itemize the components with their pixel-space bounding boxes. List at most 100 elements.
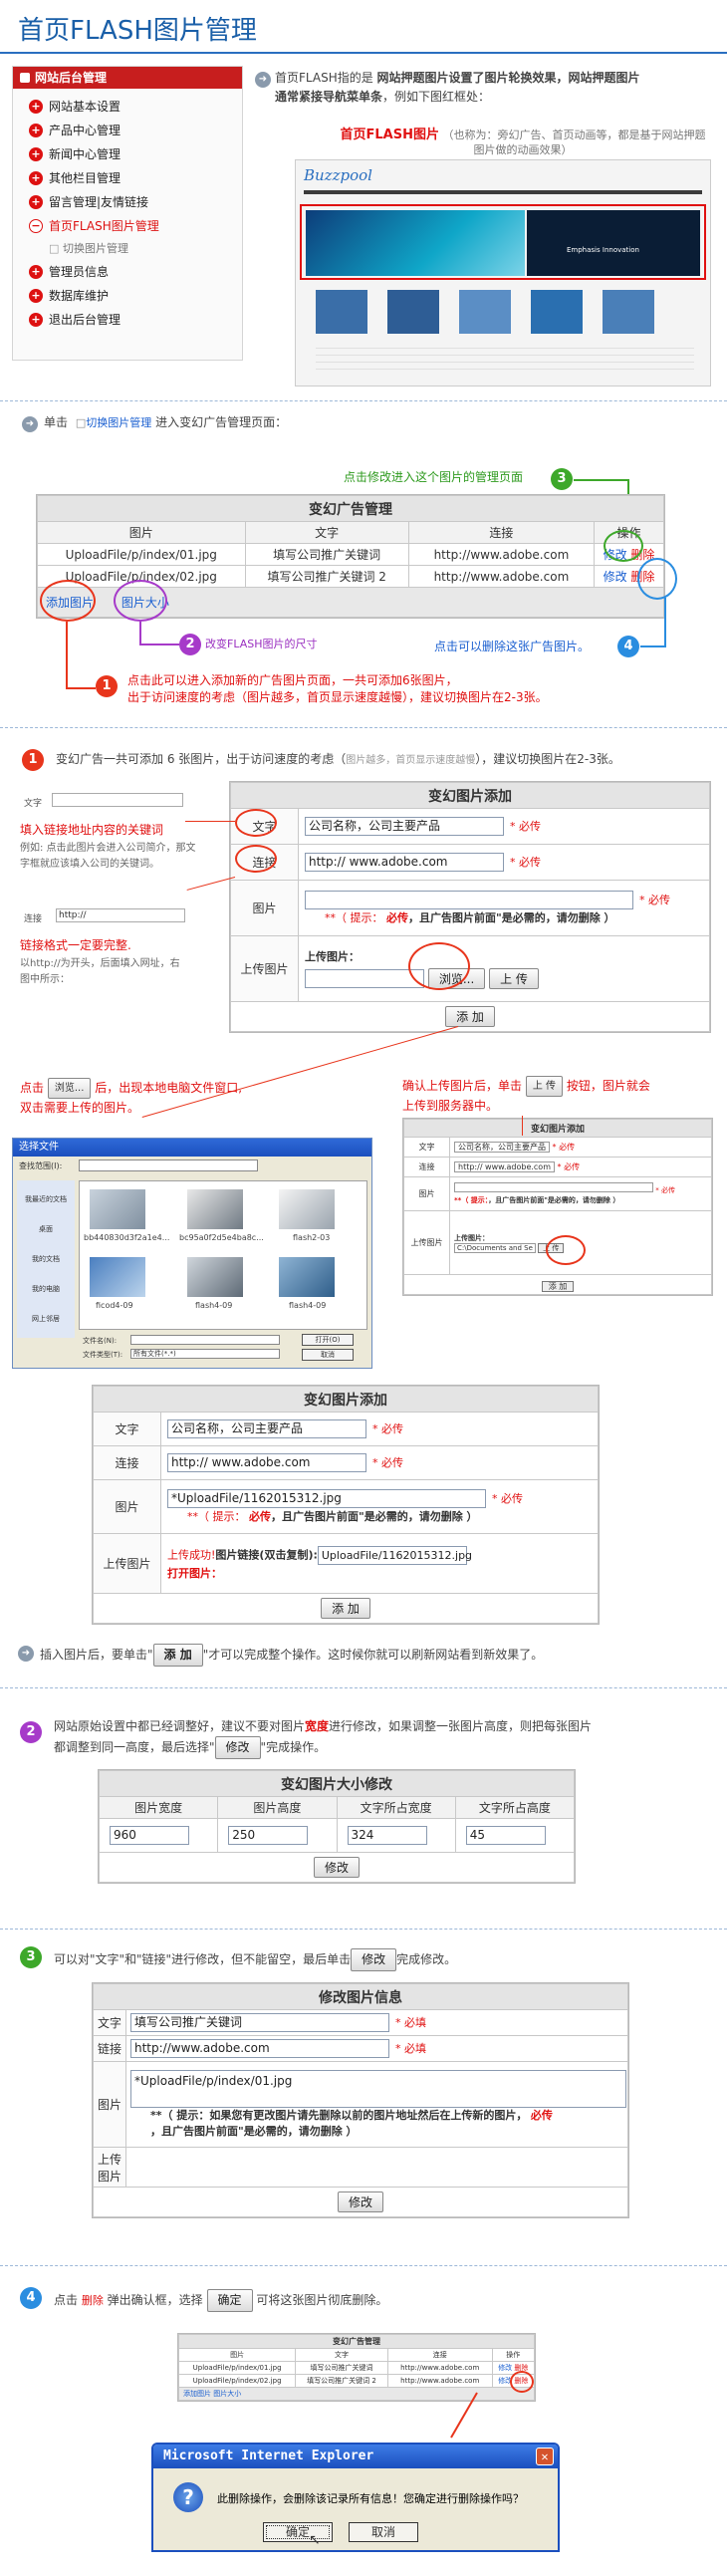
sidebar-subitem-switch-images[interactable]: 切换图片管理 — [13, 238, 242, 260]
annotation-2-text: 改变FLASH图片的尺寸 — [205, 638, 318, 650]
lookin-select[interactable] — [79, 1159, 258, 1171]
plus-icon: + — [29, 147, 43, 161]
plus-icon: + — [29, 313, 43, 327]
image-height-input[interactable]: 250 — [228, 1826, 309, 1845]
sidebar-item-other[interactable]: + 其他栏目管理 — [13, 166, 242, 190]
divider — [0, 2265, 727, 2266]
place-desktop[interactable]: 桌面 — [17, 1214, 75, 1244]
mini-add-button[interactable]: 添 加 — [541, 1280, 575, 1292]
sidebar-item-news[interactable]: + 新闻中心管理 — [13, 142, 242, 166]
place-documents[interactable]: 我的文档 — [17, 1244, 75, 1274]
link-input[interactable]: http:// www.adobe.com — [167, 1453, 366, 1472]
file-path-input[interactable] — [305, 969, 424, 988]
image-path-input[interactable]: *UploadFile/1162015312.jpg — [167, 1489, 486, 1508]
title-underline — [0, 52, 727, 54]
plus-icon: + — [29, 195, 43, 209]
sidebar-item-admin-info[interactable]: + 管理员信息 — [13, 260, 242, 284]
plus-icon: + — [29, 265, 43, 279]
image-width-input[interactable]: 960 — [110, 1826, 189, 1845]
place-network[interactable]: 网上邻居 — [17, 1304, 75, 1334]
annotation-4-text: 点击可以删除这张广告图片。 — [434, 640, 591, 653]
upload-button[interactable]: 上 传 — [489, 968, 539, 989]
text-height-input[interactable]: 45 — [465, 1826, 546, 1845]
uploaded-link-input[interactable]: UploadFile/1162015312.jpg — [317, 1546, 472, 1565]
step-click-text: 单击 □切换图片管理 进入变幻广告管理页面： — [44, 415, 288, 429]
file-list: bb440830d3f2a1e4... bc95a0f2d5e4ba8c... … — [79, 1180, 367, 1330]
place-recent[interactable]: 我最近的文档 — [17, 1184, 75, 1214]
places-bar: 我最近的文档 桌面 我的文档 我的电脑 网上邻居 — [17, 1180, 75, 1338]
edit-link-input[interactable]: http://www.adobe.com — [130, 2039, 389, 2058]
modify-size-button[interactable]: 修改 — [313, 1857, 360, 1878]
mouse-cursor-icon: ↖ — [309, 2532, 321, 2548]
edit-link[interactable]: 修改 — [604, 570, 627, 584]
section-1-text: 变幻广告一共可添加 6 张图片，出于访问速度的考虑（图片越多，首页显示速度越慢）… — [56, 752, 620, 766]
mini-edit-link[interactable]: 修改 — [498, 2364, 512, 2372]
cancel-button[interactable]: 取消 — [349, 2522, 418, 2542]
dialog-message: 此删除操作，会删除该记录所有信息！您确定进行删除操作吗？ — [217, 2492, 524, 2505]
sample-text-input — [52, 793, 183, 807]
annotation-1-text: 点击此可以进入添加新的广告图片页面，一共可添加6张图片， 出于访问速度的考虑（图… — [127, 673, 548, 704]
plus-icon: + — [29, 100, 43, 114]
plus-icon: + — [29, 124, 43, 137]
mini-file-path: C:\Documents and Se — [454, 1242, 536, 1253]
image-path-input[interactable] — [305, 891, 633, 909]
switch-images-link[interactable]: 切换图片管理 — [86, 416, 151, 429]
flash-red-frame: Emphasis Innovation — [300, 204, 706, 280]
plus-icon: + — [29, 171, 43, 185]
sidebar-item-flash[interactable]: − 首页FLASH图片管理 — [13, 214, 242, 238]
text-input[interactable]: 公司名称，公司主要产品 — [305, 817, 504, 836]
edit-image-textarea[interactable]: *UploadFile/p/index/01.jpg — [130, 2069, 626, 2108]
sidebar-item-database[interactable]: + 数据库维护 — [13, 284, 242, 308]
flash-callout: 首页FLASH图片 （也称为：旁幻广告、首页动画等，都是基于网站押题图片做的动画… — [340, 128, 706, 156]
annotation-2-badge: 2 — [179, 634, 201, 655]
arrow-right-icon: ➜ — [18, 1646, 34, 1662]
filetype-select[interactable]: 所有文件(*.*) — [130, 1349, 280, 1359]
divider — [0, 1687, 727, 1688]
edit-text-input[interactable]: 填写公司推广关键词 — [130, 2013, 389, 2032]
keyword-note: 填入链接地址内容的关键词 — [20, 823, 164, 837]
section-3-text: 可以对"文字"和"链接"进行修改，但不能留空，最后单击 修改 完成修改。 — [54, 1948, 456, 1971]
text-input[interactable]: 公司名称，公司主要产品 — [167, 1419, 366, 1438]
cancel-button[interactable]: 取消 — [302, 1349, 354, 1361]
open-button[interactable]: 打开(O) — [302, 1334, 354, 1346]
intro-text: 首页FLASH指的是 网站押题图片设置了图片轮换效果，网站押题图片 通常紧接导航… — [275, 71, 640, 104]
file-thumbnail[interactable] — [90, 1189, 145, 1229]
arrow-right-icon: ➜ — [22, 416, 38, 432]
dialog-title: Microsoft Internet Explorer ✕ — [153, 2445, 558, 2468]
modify-info-button[interactable]: 修改 — [337, 2191, 383, 2212]
section-2-badge: 2 — [20, 1721, 42, 1743]
upload-note: 确认上传图片后，单击 上 传 按钮，图片就会 上传到服务器中。 — [402, 1076, 650, 1116]
divider — [0, 1929, 727, 1930]
add-image-form: 变幻图片添加 文字 公司名称，公司主要产品 * 必传 连接 http:// www… — [229, 781, 711, 1033]
sidebar-item-logout[interactable]: + 退出后台管理 — [13, 308, 242, 332]
annotation-3-text: 点击修改进入这个图片的管理页面 — [344, 470, 524, 484]
add-button[interactable]: 添 加 — [445, 1006, 495, 1027]
sidebar-item-products[interactable]: + 产品中心管理 — [13, 119, 242, 142]
section-4-text: 点击 删除 弹出确认框，选择 确定 可将这张图片彻底删除。 — [54, 2289, 387, 2312]
divider — [0, 727, 727, 728]
sidebar-item-basic-settings[interactable]: + 网站基本设置 — [13, 95, 242, 119]
annotation-3-badge: 3 — [551, 468, 573, 490]
link-input[interactable]: http:// www.adobe.com — [305, 853, 504, 872]
edit-image-form: 修改图片信息 文字 填写公司推广关键词 * 必填 链接 http://www.adob… — [92, 1982, 629, 2218]
file-thumbnail[interactable] — [90, 1257, 145, 1297]
section-2-text: 网站原始设置中都已经调整好，建议不要对图片宽度进行修改，如果调整一张图片高度，则… — [54, 1717, 719, 1759]
preview-logo: Buzzpool — [304, 166, 372, 184]
text-width-input[interactable]: 324 — [347, 1826, 427, 1845]
sidebar-item-messages[interactable]: + 留言管理|友情链接 — [13, 190, 242, 214]
plus-icon: + — [29, 289, 43, 303]
minus-icon: − — [29, 219, 43, 233]
file-thumbnail[interactable] — [279, 1189, 335, 1229]
file-thumbnail[interactable] — [187, 1257, 243, 1297]
add-button[interactable]: 添 加 — [321, 1598, 370, 1619]
filename-input[interactable] — [130, 1335, 280, 1345]
annotation-4-badge: 4 — [617, 636, 639, 657]
mini-ad-table: 变幻广告管理 图片 文字 连接 操作 UploadFile/p/index/01… — [177, 2333, 536, 2402]
ok-button[interactable]: 确定 — [263, 2522, 333, 2542]
close-icon[interactable]: ✕ — [536, 2447, 554, 2465]
insert-note: 插入图片后，要单击" 添 加 "才可以完成整个操作。这时候你就可以刷新网站看到新效果… — [40, 1644, 543, 1667]
file-thumbnail[interactable] — [187, 1189, 243, 1229]
file-thumbnail[interactable] — [279, 1257, 335, 1297]
open-image-link[interactable]: 打开图片： — [167, 1567, 222, 1580]
place-computer[interactable]: 我的电脑 — [17, 1274, 75, 1304]
